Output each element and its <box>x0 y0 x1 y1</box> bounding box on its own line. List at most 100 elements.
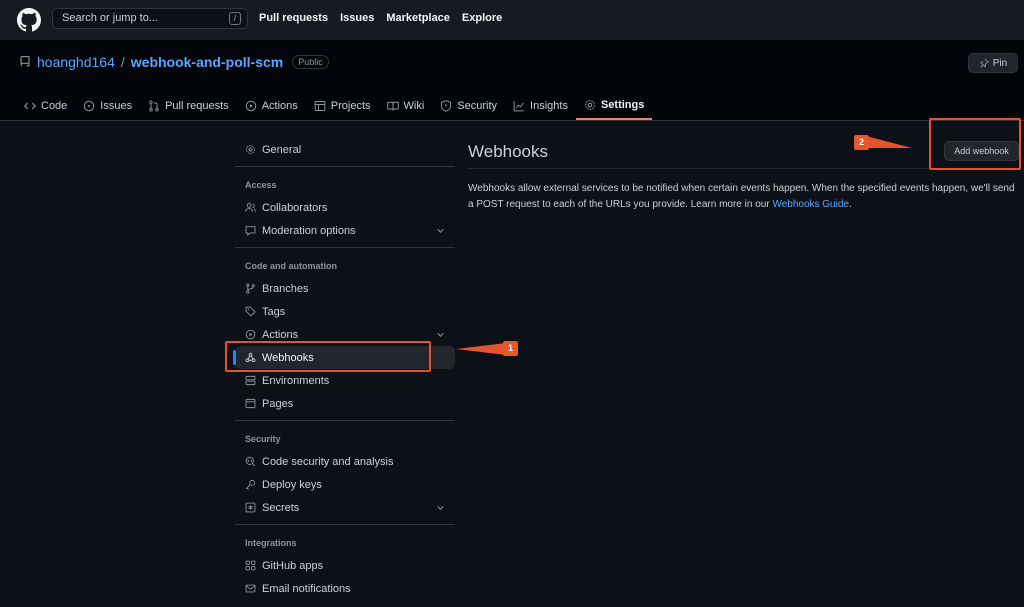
webhooks-description: Webhooks allow external services to be n… <box>468 181 1020 213</box>
tab-wiki[interactable]: Wiki <box>379 92 433 120</box>
sidebar-item-email-notifications[interactable]: Email notifications <box>235 577 455 600</box>
github-logo-icon[interactable] <box>17 8 41 32</box>
tab-label: Settings <box>600 99 645 111</box>
annotation-marker-2: 2 <box>854 135 869 150</box>
sidebar-item-github-apps[interactable]: GitHub apps <box>235 554 455 577</box>
webhooks-guide-link[interactable]: Webhooks Guide <box>772 199 849 210</box>
search-shortcut-key: / <box>229 12 241 25</box>
tab-code[interactable]: Code <box>16 92 75 120</box>
tag-icon <box>245 306 256 317</box>
asterisk-icon <box>245 502 256 513</box>
tab-label: Projects <box>330 100 371 112</box>
table-icon <box>314 101 326 111</box>
top-nav: Pull requests Issues Marketplace Explore <box>259 12 502 24</box>
tab-issues[interactable]: Issues <box>75 92 140 120</box>
tab-settings[interactable]: Settings <box>575 92 653 120</box>
sidebar-item-secrets[interactable]: Secrets <box>235 496 455 519</box>
annotation-arrow-1 <box>456 343 506 355</box>
annotation-box-webhooks <box>225 341 431 372</box>
sidebar-heading-security: Security <box>245 433 281 444</box>
chevron-down-icon[interactable] <box>436 330 445 339</box>
tab-pull-requests[interactable]: Pull requests <box>140 92 237 120</box>
pin-icon <box>980 58 989 68</box>
repo-icon <box>20 56 30 67</box>
sidebar-item-collaborators[interactable]: Collaborators <box>235 196 455 219</box>
search-input[interactable]: Search or jump to... / <box>52 8 248 29</box>
sidebar-divider <box>235 247 455 248</box>
mail-icon <box>245 584 256 593</box>
tab-label: Pull requests <box>165 100 229 112</box>
sidebar-item-label: Collaborators <box>262 201 328 214</box>
annotation-box-add-webhook <box>929 118 1021 170</box>
book-icon <box>386 101 399 111</box>
sidebar-item-label: Moderation options <box>262 224 356 237</box>
sidebar-item-label: Code security and analysis <box>262 455 394 468</box>
play-icon <box>245 100 256 112</box>
play-icon <box>245 329 256 340</box>
visibility-badge: Public <box>292 55 329 69</box>
sidebar-item-label: Branches <box>262 282 309 295</box>
repo-tabs: Code Issues Pull requests Actions Projec… <box>16 92 653 121</box>
gear-icon <box>585 100 595 110</box>
search-placeholder: Search or jump to... <box>62 12 158 24</box>
tab-projects[interactable]: Projects <box>306 92 379 120</box>
annotation-marker-1: 1 <box>503 341 518 356</box>
description-period: . <box>848 199 852 210</box>
sidebar-item-label: Deploy keys <box>262 478 322 491</box>
gear-icon <box>246 145 255 154</box>
repo-name-link[interactable]: webhook-and-poll-scm <box>131 54 283 70</box>
sidebar-item-label: Pages <box>262 397 294 410</box>
pull-request-icon <box>149 100 159 112</box>
chevron-down-icon[interactable] <box>436 226 445 235</box>
nav-pull-requests[interactable]: Pull requests <box>259 12 328 24</box>
sidebar-item-label: GitHub apps <box>262 559 324 572</box>
codescan-icon <box>245 456 256 467</box>
nav-issues[interactable]: Issues <box>340 12 374 24</box>
sidebar-heading-code-automation: Code and automation <box>245 260 337 271</box>
sidebar-item-branches[interactable]: Branches <box>235 277 455 300</box>
repo-separator: / <box>120 54 125 70</box>
sidebar-item-label: Secrets <box>262 501 300 514</box>
pin-button[interactable]: Pin <box>968 53 1018 73</box>
sidebar-item-pages[interactable]: Pages <box>235 392 455 415</box>
sidebar-item-label: Environments <box>262 374 330 387</box>
sidebar-item-environments[interactable]: Environments <box>235 369 455 392</box>
browser-icon <box>245 398 256 409</box>
sidebar-item-code-security[interactable]: Code security and analysis <box>235 450 455 473</box>
nav-explore[interactable]: Explore <box>462 12 502 24</box>
key-icon <box>245 479 256 490</box>
tab-security[interactable]: Security <box>432 92 505 120</box>
tab-label: Issues <box>100 100 133 112</box>
tab-insights[interactable]: Insights <box>505 92 576 120</box>
description-text: Webhooks allow external services to be n… <box>468 183 1015 210</box>
issue-icon <box>84 100 95 112</box>
repo-header: hoanghd164 / webhook-and-poll-scm Public… <box>0 40 1024 121</box>
code-icon <box>24 102 36 110</box>
shield-icon <box>441 100 452 112</box>
sidebar-item-deploy-keys[interactable]: Deploy keys <box>235 473 455 496</box>
global-header: Search or jump to... / Pull requests Iss… <box>0 0 1024 40</box>
annotation-arrow-2 <box>866 136 912 148</box>
tab-label: Insights <box>530 100 568 112</box>
repo-owner-link[interactable]: hoanghd164 <box>37 54 115 70</box>
sidebar-item-label: General <box>262 143 302 156</box>
tab-label: Actions <box>261 100 298 112</box>
tab-label: Security <box>457 100 498 112</box>
sidebar-item-label: Actions <box>262 328 299 341</box>
sidebar-item-moderation[interactable]: Moderation options <box>235 219 455 242</box>
people-icon <box>245 203 256 212</box>
sidebar-heading-integrations: Integrations <box>245 537 297 548</box>
tab-actions[interactable]: Actions <box>237 92 306 120</box>
sidebar-item-general[interactable]: General <box>235 138 455 161</box>
sidebar-item-tags[interactable]: Tags <box>235 300 455 323</box>
sidebar-heading-access: Access <box>245 179 277 190</box>
chevron-down-icon[interactable] <box>436 503 445 512</box>
graph-icon <box>513 101 524 112</box>
tab-label: Code <box>41 100 68 112</box>
server-icon <box>245 375 256 386</box>
pin-label: Pin <box>992 57 1008 69</box>
tab-label: Wiki <box>403 100 425 112</box>
sidebar-divider <box>235 420 455 421</box>
nav-marketplace[interactable]: Marketplace <box>386 12 450 24</box>
sidebar-divider <box>235 524 455 525</box>
